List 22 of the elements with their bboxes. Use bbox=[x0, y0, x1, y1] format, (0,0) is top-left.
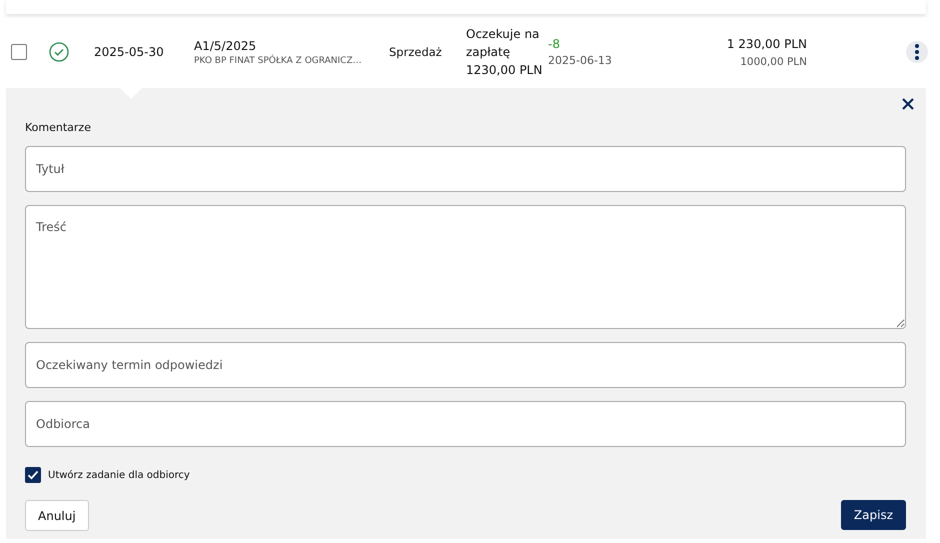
cancel-button[interactable]: Anuluj bbox=[25, 500, 89, 531]
save-button[interactable]: Zapisz bbox=[840, 500, 906, 530]
document-type: Sprzedaż bbox=[389, 45, 443, 59]
due-date: 2025-06-13 bbox=[548, 54, 613, 67]
contractor-name: PKO BP FINAT SPÓŁKA Z OGRANICZ… bbox=[194, 56, 363, 66]
payment-status: Oczekuje na zapłatę 1230,00 PLN bbox=[466, 26, 544, 79]
close-icon[interactable] bbox=[902, 98, 914, 110]
row-checkbox[interactable] bbox=[11, 44, 27, 60]
content-textarea[interactable]: Treść bbox=[25, 205, 906, 329]
input-field[interactable]: Tytuł bbox=[25, 146, 906, 192]
more-icon bbox=[915, 44, 919, 60]
checkbox-label: Utwórz zadanie dla odbiorcy bbox=[48, 470, 190, 480]
more-options-button[interactable] bbox=[906, 41, 928, 63]
input-field[interactable]: Oczekiwany termin odpowiedzi bbox=[25, 342, 906, 388]
gross-amount: 1 230,00 PLN bbox=[726, 36, 807, 50]
issue-date: 2025-05-30 bbox=[94, 45, 165, 59]
days-overdue: -8 bbox=[548, 37, 561, 51]
section-title: Komentarze bbox=[25, 121, 92, 134]
net-amount: 1000,00 PLN bbox=[740, 56, 807, 68]
input-field[interactable]: Odbiorca bbox=[25, 401, 906, 447]
invoice-number[interactable]: A1/5/2025 bbox=[194, 38, 389, 52]
task-checkbox[interactable] bbox=[25, 467, 41, 483]
